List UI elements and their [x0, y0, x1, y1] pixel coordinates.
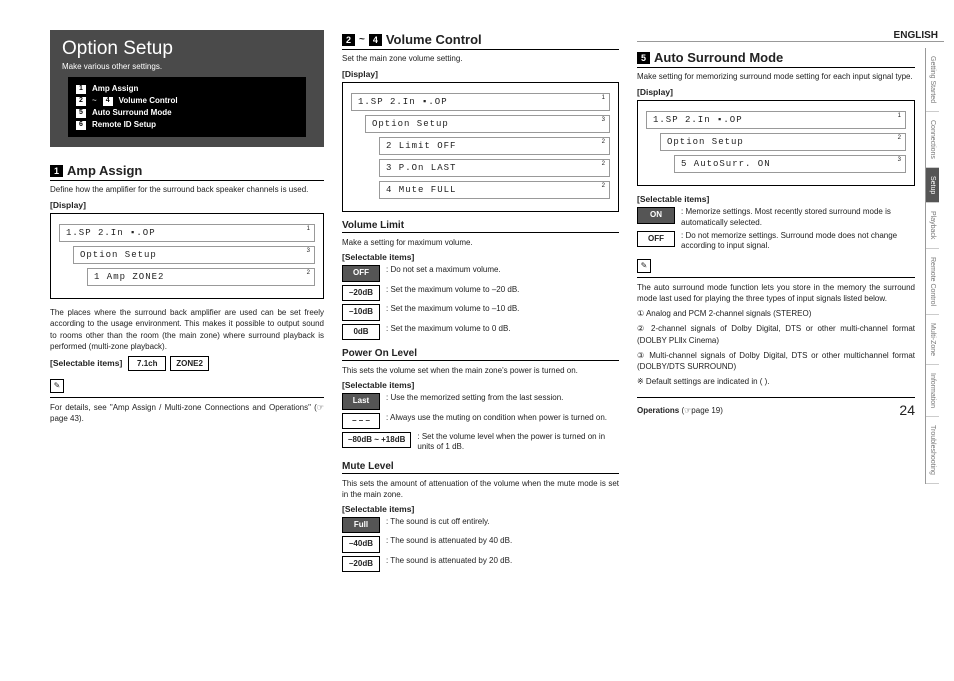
auto-heading: 5Auto Surround Mode — [637, 48, 915, 68]
nav-tab-multi-zone[interactable]: Multi-Zone — [926, 315, 939, 365]
option-chip: –10dB — [342, 304, 380, 320]
page-subtitle: Make various other settings. — [62, 62, 312, 71]
option-chip: –20dB — [342, 285, 380, 301]
option-chip: Last — [342, 393, 380, 409]
language-label: ENGLISH — [637, 30, 944, 42]
vol-heading: 2~4Volume Control — [342, 30, 619, 50]
chip-on: ON — [637, 207, 675, 223]
header-box: Option Setup Make various other settings… — [50, 30, 324, 147]
chip-71ch: 7.1ch — [128, 356, 166, 371]
page-number: 24 — [899, 402, 915, 418]
amp-display: 1.SP 2.In ▪.OP1 Option Setup3 1 Amp ZONE… — [50, 213, 324, 299]
nav-tab-troubleshooting[interactable]: Troubleshooting — [926, 417, 939, 484]
chip-zone2: ZONE2 — [170, 356, 209, 371]
nav-tab-information[interactable]: Information — [926, 365, 939, 417]
option-chip: –40dB — [342, 536, 380, 552]
page-title: Option Setup — [62, 38, 312, 60]
page-footer: Operations (☞page 19) 24 — [637, 397, 915, 418]
option-chip: –80dB ~ +18dB — [342, 432, 411, 448]
chip-off: OFF — [637, 231, 675, 247]
nav-tab-connections[interactable]: Connections — [926, 112, 939, 168]
nav-tab-remote-control[interactable]: Remote Control — [926, 249, 939, 315]
pencil-icon: ✎ — [637, 259, 651, 273]
nav-tab-setup[interactable]: Setup — [926, 168, 939, 203]
vol-display: 1.SP 2.In ▪.OP1 Option Setup3 2 Limit OF… — [342, 82, 619, 212]
option-chip: – – – — [342, 413, 380, 429]
toc-box: 1Amp Assign 2~4Volume Control 5Auto Surr… — [68, 77, 306, 137]
auto-display: 1.SP 2.In ▪.OP1 Option Setup2 5 AutoSurr… — [637, 100, 915, 186]
option-chip: OFF — [342, 265, 380, 281]
nav-tab-getting-started[interactable]: Getting Started — [926, 48, 939, 112]
option-chip: –20dB — [342, 556, 380, 572]
pencil-icon: ✎ — [50, 379, 64, 393]
amp-heading: 1Amp Assign — [50, 161, 324, 181]
option-chip: Full — [342, 517, 380, 533]
nav-tab-playback[interactable]: Playback — [926, 203, 939, 248]
option-chip: 0dB — [342, 324, 380, 340]
side-tabs: Getting StartedConnectionsSetupPlaybackR… — [925, 48, 944, 484]
